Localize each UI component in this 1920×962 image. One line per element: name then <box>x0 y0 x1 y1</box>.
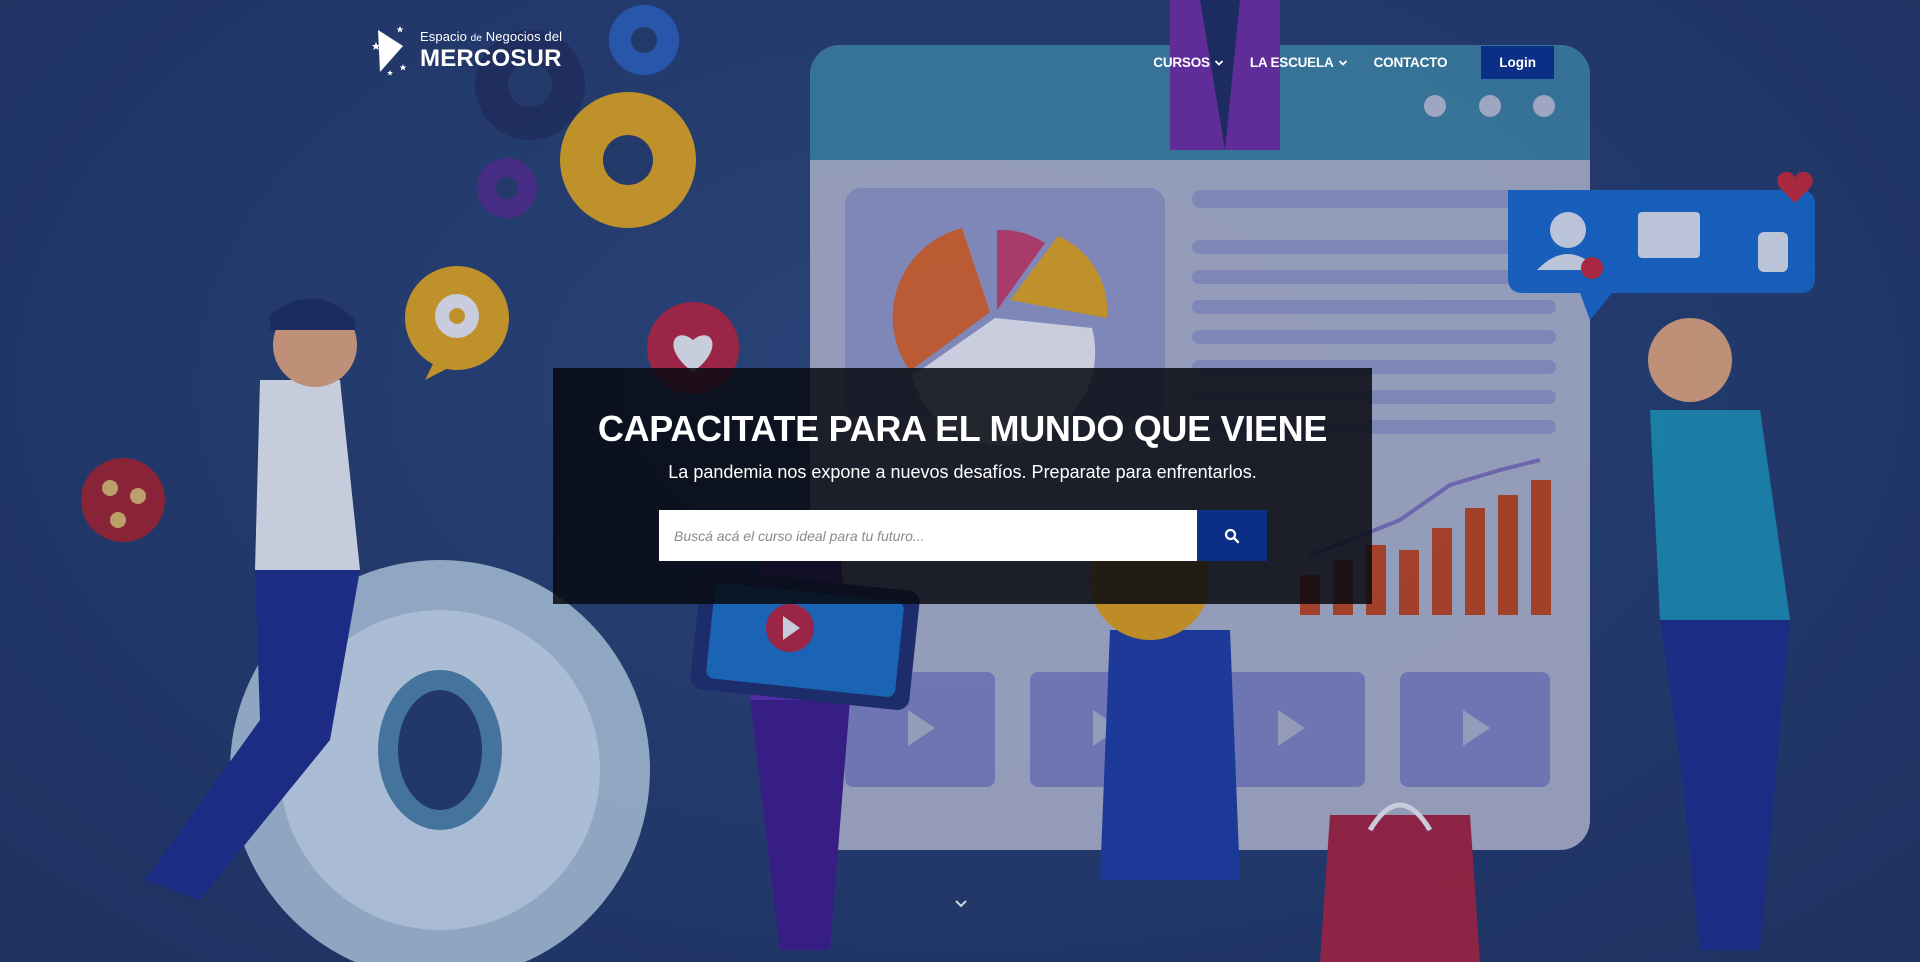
nav-contacto[interactable]: CONTACTO <box>1374 55 1448 70</box>
hero-section: Espacio de Negocios del MERCOSUR CURSOS … <box>0 0 1920 962</box>
logo-subtitle: Espacio de Negocios del <box>420 30 562 44</box>
site-logo[interactable]: Espacio de Negocios del MERCOSUR <box>370 24 562 76</box>
star-logo-icon <box>372 26 407 76</box>
chevron-down-icon <box>1214 59 1223 66</box>
search-icon <box>1224 528 1240 543</box>
logo-line1-a: Espacio <box>420 28 467 44</box>
logo-line1-b: Negocios del <box>485 28 563 44</box>
nav-cursos[interactable]: CURSOS <box>1153 55 1224 70</box>
hero-subtitle: La pandemia nos expone a nuevos desafíos… <box>668 462 1257 482</box>
nav-la-escuela-label: LA ESCUELA <box>1249 55 1334 70</box>
nav-contacto-label: CONTACTO <box>1373 55 1448 70</box>
logo-text: Espacio de Negocios del MERCOSUR <box>420 30 562 71</box>
hero-search-panel: CAPACITATE PARA EL MUNDO QUE VIENE La pa… <box>553 368 1372 604</box>
course-search <box>659 510 1267 561</box>
search-input[interactable] <box>659 510 1197 561</box>
login-button[interactable]: Login <box>1481 46 1554 79</box>
hero-title: CAPACITATE PARA EL MUNDO QUE VIENE <box>597 408 1328 449</box>
scroll-down-chevron-icon[interactable] <box>953 898 969 910</box>
nav-cursos-label: CURSOS <box>1153 55 1210 70</box>
search-button[interactable] <box>1197 510 1267 561</box>
chevron-down-icon <box>1338 59 1347 66</box>
logo-line1-de: de <box>470 32 482 44</box>
logo-title: MERCOSUR <box>420 44 562 72</box>
main-nav: CURSOS LA ESCUELA CONTACTO Login <box>1153 46 1554 79</box>
nav-la-escuela[interactable]: LA ESCUELA <box>1250 55 1348 70</box>
